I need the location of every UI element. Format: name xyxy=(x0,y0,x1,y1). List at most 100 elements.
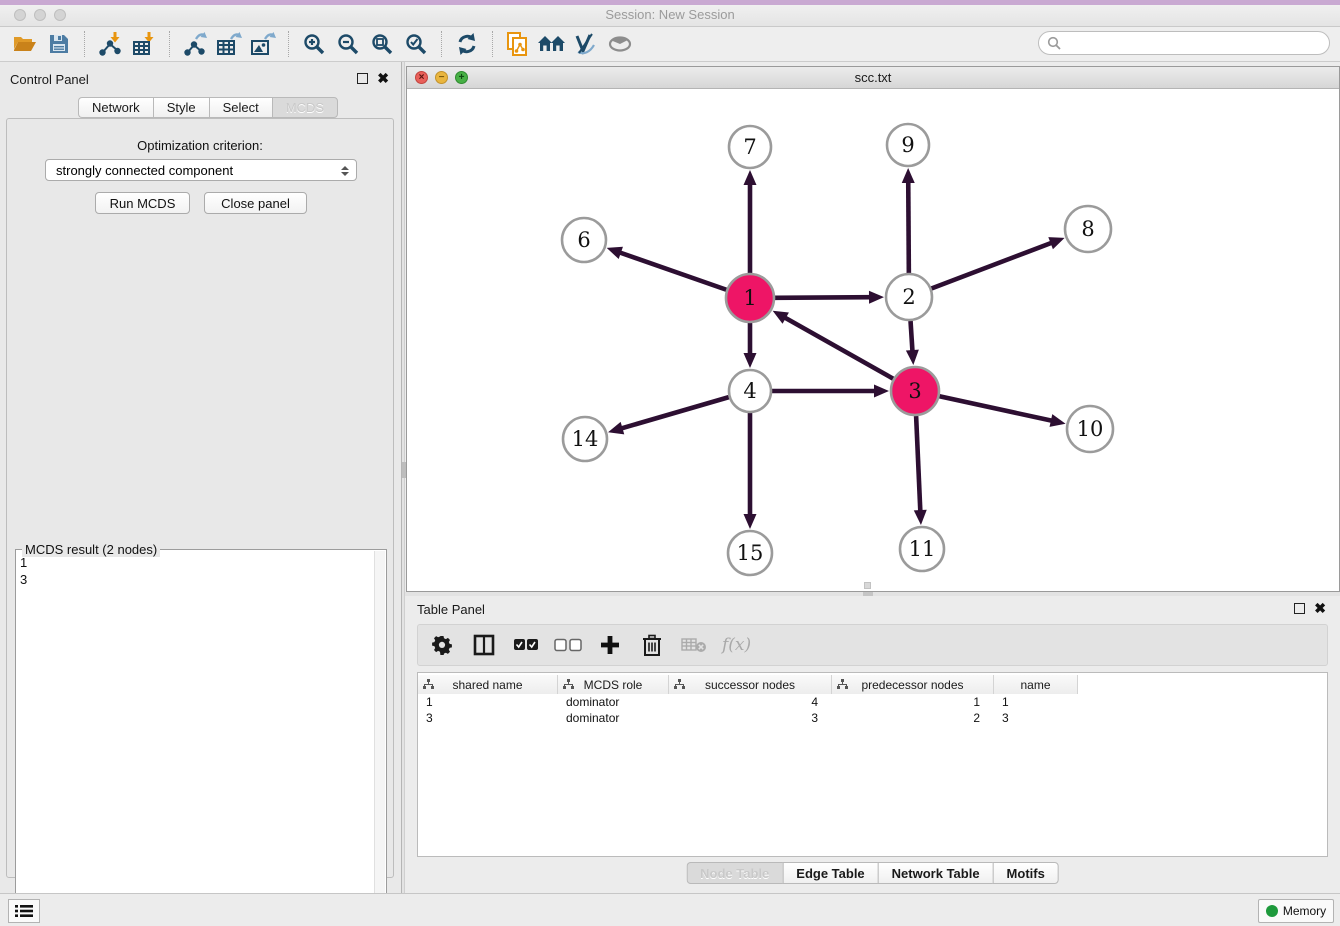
network-canvas[interactable]: 7968124314101511 xyxy=(407,89,1339,591)
first-neighbors-icon[interactable] xyxy=(535,29,569,59)
graph-node-label: 8 xyxy=(1081,217,1094,241)
refresh-icon[interactable] xyxy=(450,29,484,59)
gear-icon[interactable] xyxy=(428,631,456,659)
search-input[interactable] xyxy=(1061,34,1329,52)
network-window-titlebar[interactable]: × − + scc.txt xyxy=(407,67,1339,89)
mcds-result-scrollbar[interactable] xyxy=(374,551,385,923)
mcds-result-text[interactable]: 1 3 xyxy=(20,554,372,922)
graph-node-label: 2 xyxy=(902,285,915,309)
search-icon xyxy=(1047,36,1061,50)
tab-motifs[interactable]: Motifs xyxy=(993,862,1059,884)
optimization-criterion-label: Optimization criterion: xyxy=(7,138,393,153)
column-header-successor_nodes[interactable]: successor nodes xyxy=(669,675,832,694)
cell-predecessor_nodes[interactable]: 2 xyxy=(832,710,994,726)
hierarchy-icon xyxy=(563,679,574,690)
zoom-in-icon[interactable] xyxy=(297,29,331,59)
zoom-fit-icon[interactable] xyxy=(365,29,399,59)
graph-node-label: 7 xyxy=(743,135,756,159)
add-icon[interactable] xyxy=(596,631,624,659)
network-graph: 7968124314101511 xyxy=(407,89,1339,592)
float-panel-icon[interactable] xyxy=(1294,603,1305,614)
cell-name[interactable]: 1 xyxy=(994,694,1078,710)
graph-edge-2-8[interactable] xyxy=(931,242,1053,288)
graph-edge-arrow xyxy=(914,510,927,525)
hide-selected-icon[interactable] xyxy=(569,29,603,59)
tab-network[interactable]: Network xyxy=(78,97,153,118)
tab-mcds[interactable]: MCDS xyxy=(272,97,338,118)
dropdown-stepper-icon xyxy=(340,163,350,179)
split-panel-icon[interactable] xyxy=(470,631,498,659)
open-file-icon[interactable] xyxy=(8,29,42,59)
mcds-result-box: MCDS result (2 nodes) 1 3 xyxy=(15,549,387,925)
cell-predecessor_nodes[interactable]: 1 xyxy=(832,694,994,710)
graph-node-label: 9 xyxy=(901,133,914,157)
new-network-from-selection-icon[interactable] xyxy=(501,29,535,59)
memory-button[interactable]: Memory xyxy=(1258,899,1334,923)
search-box[interactable] xyxy=(1038,31,1330,55)
column-header-name[interactable]: name xyxy=(994,675,1078,694)
graph-node-label: 3 xyxy=(908,379,921,403)
column-header-predecessor_nodes[interactable]: predecessor nodes xyxy=(832,675,994,694)
cell-shared_name[interactable]: 3 xyxy=(418,710,558,726)
column-header-mcds_role[interactable]: MCDS role xyxy=(558,675,669,694)
cell-successor_nodes[interactable]: 3 xyxy=(669,710,832,726)
graph-edge-4-14[interactable] xyxy=(620,397,729,429)
criterion-dropdown[interactable]: strongly connected component xyxy=(45,159,357,181)
table-row[interactable]: 1dominator411 xyxy=(418,694,1327,710)
graph-edge-2-9[interactable] xyxy=(908,180,909,273)
graph-node-label: 4 xyxy=(743,379,756,403)
zoom-out-icon[interactable] xyxy=(331,29,365,59)
mcds-panel: Optimization criterion: strongly connect… xyxy=(6,118,394,878)
graph-edge-1-6[interactable] xyxy=(618,252,726,290)
hierarchy-icon xyxy=(674,679,685,690)
tab-edge-table[interactable]: Edge Table xyxy=(782,862,877,884)
tab-network-table[interactable]: Network Table xyxy=(878,862,993,884)
show-all-icon[interactable] xyxy=(603,29,637,59)
canvas-resize-grip[interactable] xyxy=(864,582,871,589)
import-table-icon[interactable] xyxy=(127,29,161,59)
zoom-selected-icon[interactable] xyxy=(399,29,433,59)
save-session-icon[interactable] xyxy=(42,29,76,59)
deselect-all-icon[interactable] xyxy=(554,631,582,659)
network-window: × − + scc.txt 7968124314101511 xyxy=(406,66,1340,592)
delete-table-icon[interactable] xyxy=(680,631,708,659)
graph-edge-arrow xyxy=(1050,414,1066,427)
export-table-icon[interactable] xyxy=(212,29,246,59)
close-panel-button[interactable]: Close panel xyxy=(204,192,307,214)
graph-edge-3-11[interactable] xyxy=(916,416,920,513)
graph-edge-1-2[interactable] xyxy=(775,297,872,298)
main-toolbar xyxy=(0,27,1340,62)
cell-name[interactable]: 3 xyxy=(994,710,1078,726)
graph-edge-3-1[interactable] xyxy=(783,317,893,379)
toolbar-separator xyxy=(288,31,289,57)
graph-edge-arrow xyxy=(874,385,889,398)
close-panel-icon[interactable]: ✖ xyxy=(377,73,389,84)
table-row[interactable]: 3dominator323 xyxy=(418,710,1327,726)
memory-status-icon xyxy=(1266,905,1278,917)
node-table[interactable]: shared nameMCDS rolesuccessor nodesprede… xyxy=(417,672,1328,857)
float-panel-icon[interactable] xyxy=(357,73,368,84)
run-mcds-button[interactable]: Run MCDS xyxy=(95,192,190,214)
export-image-icon[interactable] xyxy=(246,29,280,59)
graph-edge-2-3[interactable] xyxy=(911,321,913,353)
close-panel-icon[interactable]: ✖ xyxy=(1314,603,1326,614)
toolbar-separator xyxy=(84,31,85,57)
function-builder-icon: f(x) xyxy=(722,635,751,655)
cell-successor_nodes[interactable]: 4 xyxy=(669,694,832,710)
column-header-shared_name[interactable]: shared name xyxy=(418,675,558,694)
cell-mcds_role[interactable]: dominator xyxy=(558,694,669,710)
tab-style[interactable]: Style xyxy=(153,97,209,118)
delete-icon[interactable] xyxy=(638,631,666,659)
task-history-button[interactable] xyxy=(8,899,40,923)
cell-mcds_role[interactable]: dominator xyxy=(558,710,669,726)
import-network-icon[interactable] xyxy=(93,29,127,59)
tab-select[interactable]: Select xyxy=(209,97,272,118)
cell-shared_name[interactable]: 1 xyxy=(418,694,558,710)
export-network-icon[interactable] xyxy=(178,29,212,59)
control-panel: Control Panel ✖ Network Style Select MCD… xyxy=(0,62,401,893)
table-body: 1dominator4113dominator323 xyxy=(418,694,1327,726)
tab-node-table[interactable]: Node Table xyxy=(686,862,782,884)
graph-edge-3-10[interactable] xyxy=(939,396,1053,421)
toolbar-separator xyxy=(492,31,493,57)
select-all-icon[interactable] xyxy=(512,631,540,659)
